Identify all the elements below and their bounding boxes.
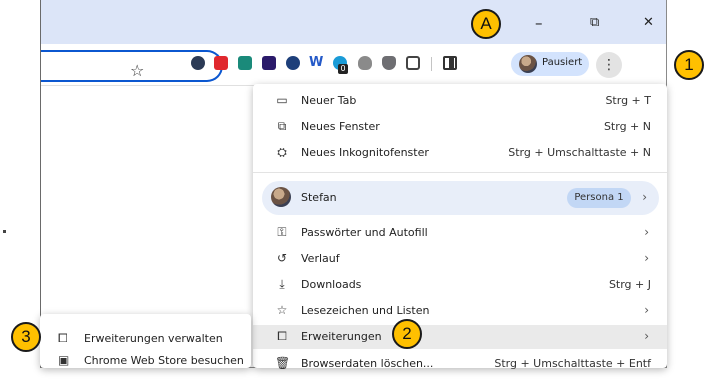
- extension-icon-w[interactable]: W: [309, 56, 323, 70]
- puzzle-icon: ⧠: [58, 331, 68, 345]
- profile-status-label: Pausiert: [542, 57, 583, 68]
- menu-item-shortcut: Strg + Umschalttaste + N: [508, 146, 651, 159]
- marker-2: 2: [392, 319, 422, 349]
- restore-button[interactable]: ⧉: [590, 15, 599, 30]
- chevron-right-icon: ›: [644, 303, 649, 317]
- toolbar-separator: [431, 57, 432, 71]
- incognito-icon: ⛭: [277, 145, 287, 159]
- extension-icon-1[interactable]: [191, 56, 205, 70]
- profile-name: Stefan: [301, 191, 337, 204]
- bookmark-star-icon[interactable]: ☆: [130, 61, 144, 80]
- chevron-right-icon: ›: [644, 225, 649, 239]
- extension-icon-9[interactable]: [382, 56, 396, 70]
- menu-item-new-tab[interactable]: ▭ Neuer Tab Strg + T: [253, 89, 667, 113]
- menu-item-extensions[interactable]: ⧠ Erweiterungen ›: [253, 325, 667, 349]
- menu-item-label: Verlauf: [301, 252, 340, 265]
- page-mark: [3, 230, 6, 233]
- submenu-item-label: Erweiterungen verwalten: [84, 332, 223, 345]
- history-icon: ↺: [276, 251, 288, 265]
- profile-chip[interactable]: Pausiert: [511, 52, 589, 76]
- extension-icon-8[interactable]: [358, 56, 372, 70]
- avatar: [271, 187, 291, 207]
- extensions-puzzle-icon[interactable]: [406, 56, 420, 70]
- menu-profile-row[interactable]: Stefan Persona 1 ›: [262, 181, 659, 215]
- new-tab-icon: ▭: [276, 93, 288, 107]
- menu-item-label: Neues Fenster: [301, 120, 380, 133]
- marker-1: 1: [674, 50, 704, 80]
- menu-item-clear-data[interactable]: 🗑 Browserdaten löschen... Strg + Umschal…: [253, 352, 667, 376]
- menu-item-label: Erweiterungen: [301, 330, 382, 343]
- web-store-icon: ▣: [58, 353, 70, 367]
- extension-count-badge: 0: [338, 64, 348, 74]
- minimize-button[interactable]: –: [535, 14, 543, 32]
- menu-item-label: Lesezeichen und Listen: [301, 304, 430, 317]
- menu-item-bookmarks[interactable]: ☆ Lesezeichen und Listen ›: [253, 299, 667, 323]
- side-panel-icon[interactable]: [443, 56, 457, 70]
- menu-item-label: Downloads: [301, 278, 362, 291]
- menu-divider: [253, 172, 667, 173]
- star-icon: ☆: [276, 303, 288, 317]
- menu-item-passwords[interactable]: ⚿ Passwörter und Autofill ›: [253, 221, 667, 245]
- title-bar: – ⧉ ✕: [41, 0, 666, 44]
- submenu-item-label: Chrome Web Store besuchen: [84, 354, 244, 367]
- submenu-item-web-store[interactable]: ▣ Chrome Web Store besuchen: [40, 353, 251, 368]
- key-icon: ⚿: [277, 225, 287, 239]
- marker-a: A: [471, 9, 501, 39]
- menu-item-new-window[interactable]: ⧉ Neues Fenster Strg + N: [253, 115, 667, 139]
- chevron-right-icon: ›: [644, 329, 649, 343]
- extension-icon-3[interactable]: [238, 56, 252, 70]
- menu-item-label: Browserdaten löschen...: [301, 357, 434, 370]
- avatar: [519, 55, 537, 73]
- chevron-right-icon: ›: [642, 190, 647, 204]
- download-icon: ⤓: [279, 277, 285, 291]
- marker-3: 3: [11, 322, 41, 352]
- puzzle-icon: ⧠: [277, 329, 287, 343]
- menu-item-shortcut: Strg + J: [608, 278, 651, 291]
- menu-item-history[interactable]: ↺ Verlauf ›: [253, 247, 667, 271]
- extension-icon-7[interactable]: 0: [333, 56, 348, 74]
- menu-item-incognito[interactable]: ⛭ Neues Inkognitofenster Strg + Umschalt…: [253, 141, 667, 165]
- chevron-right-icon: ›: [644, 251, 649, 265]
- chrome-menu-button[interactable]: ⋮: [596, 52, 622, 78]
- submenu-item-manage-extensions[interactable]: ⧠ Erweiterungen verwalten: [40, 327, 251, 351]
- menu-item-label: Neuer Tab: [301, 94, 357, 107]
- menu-item-shortcut: Strg + N: [603, 120, 651, 133]
- chrome-main-menu: ▭ Neuer Tab Strg + T ⧉ Neues Fenster Str…: [253, 84, 667, 370]
- extension-icon-5[interactable]: [286, 56, 300, 70]
- menu-item-label: Neues Inkognitofenster: [301, 146, 429, 159]
- trash-icon: 🗑: [275, 356, 291, 370]
- extension-icon-4[interactable]: [262, 56, 276, 70]
- persona-badge: Persona 1: [567, 188, 631, 208]
- menu-item-label: Passwörter und Autofill: [301, 226, 428, 239]
- new-window-icon: ⧉: [277, 119, 287, 133]
- extensions-submenu: ⧠ Erweiterungen verwalten ▣ Chrome Web S…: [40, 314, 251, 368]
- side-panel-icon-fill: [449, 58, 454, 68]
- menu-item-downloads[interactable]: ⤓ Downloads Strg + J: [253, 273, 667, 297]
- menu-item-shortcut: Strg + T: [605, 94, 651, 107]
- close-button[interactable]: ✕: [643, 15, 654, 30]
- menu-item-shortcut: Strg + Umschalttaste + Entf: [494, 357, 651, 370]
- extension-icon-2[interactable]: [214, 56, 228, 70]
